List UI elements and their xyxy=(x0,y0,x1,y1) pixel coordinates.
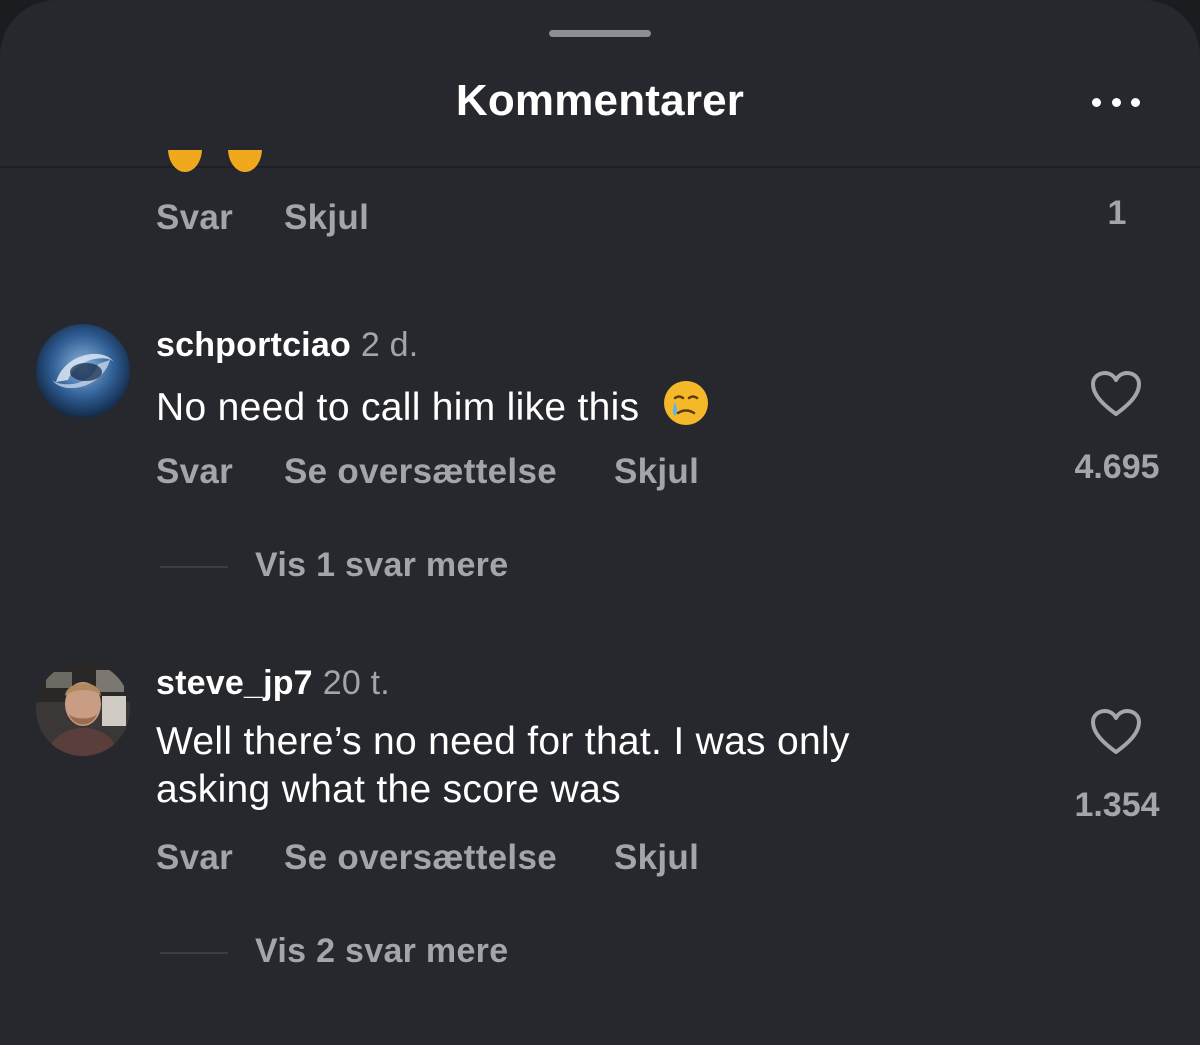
more-horizontal-icon xyxy=(1092,97,1101,107)
heart-icon xyxy=(1091,709,1141,754)
avatar-image xyxy=(36,662,130,756)
reply-button[interactable]: Svar xyxy=(156,452,233,492)
comment-timestamp: 2 d. xyxy=(360,326,419,364)
comment-text: Well there’s no need for that. I was onl… xyxy=(156,718,850,814)
like-count: 4.695 xyxy=(1074,448,1160,486)
comment-body: No need to call him like this xyxy=(156,386,640,429)
username-text[interactable]: steve_jp7 xyxy=(156,664,313,702)
avatar-image xyxy=(36,324,130,418)
comment-body-line: Well there’s no need for that. I was onl… xyxy=(156,720,850,763)
reply-button[interactable]: Svar xyxy=(156,198,233,238)
page-title: Kommentarer xyxy=(455,76,745,125)
reply-button[interactable]: Svar xyxy=(156,838,233,878)
sheet-grabber-handle[interactable] xyxy=(549,30,651,37)
more-dot xyxy=(1111,97,1121,107)
heart-icon xyxy=(1091,371,1141,416)
view-more-replies-button[interactable]: Vis 1 svar mere xyxy=(255,546,508,585)
hide-button[interactable]: Skjul xyxy=(614,452,699,492)
more-dot xyxy=(1131,97,1140,107)
like-button[interactable] xyxy=(1090,370,1142,418)
like-button[interactable] xyxy=(1090,708,1142,756)
comment-username[interactable]: steve_jp7 20 t. xyxy=(156,664,390,703)
comment-text: No need to call him like this xyxy=(156,380,709,432)
replies-divider xyxy=(160,952,228,954)
more-options-button[interactable] xyxy=(1088,84,1144,120)
comment-username[interactable]: schportciao 2 d. xyxy=(156,326,418,365)
comment-body-line: asking what the score was xyxy=(156,768,621,811)
see-translation-button[interactable]: Se oversættelse xyxy=(284,838,557,878)
see-translation-button[interactable]: Se oversættelse xyxy=(284,452,557,492)
replies-divider xyxy=(160,566,228,568)
like-count: 1.354 xyxy=(1074,786,1160,824)
partial-emoji-icon xyxy=(168,150,202,174)
partial-emoji-icon xyxy=(228,150,262,174)
comments-sheet: Kommentarer Svar Skjul 1 schportciao 2 d… xyxy=(0,0,1200,1045)
hide-button[interactable]: Skjul xyxy=(284,198,369,238)
username-text[interactable]: schportciao xyxy=(156,326,351,364)
crying-face-emoji-icon xyxy=(663,381,708,425)
avatar[interactable] xyxy=(36,324,130,418)
comment-timestamp: 20 t. xyxy=(322,664,390,702)
view-more-replies-button[interactable]: Vis 2 svar mere xyxy=(255,932,508,971)
avatar[interactable] xyxy=(36,662,130,756)
hide-button[interactable]: Skjul xyxy=(614,838,699,878)
like-count: 1 xyxy=(1107,194,1127,232)
